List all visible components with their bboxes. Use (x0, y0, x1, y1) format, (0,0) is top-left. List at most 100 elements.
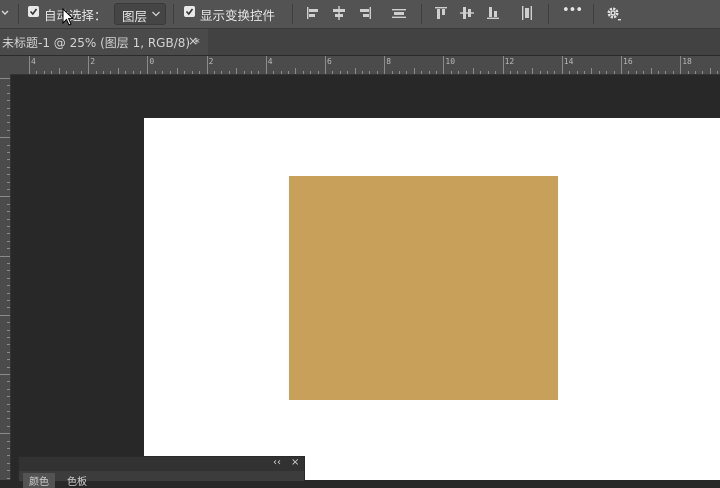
ruler-tick (495, 71, 496, 74)
ruler-tick (0, 315, 10, 316)
ruler-tick (7, 270, 10, 271)
tool-preset-chevron-icon[interactable] (0, 5, 10, 23)
ruler-tick (36, 71, 37, 74)
chevron-down-icon (151, 7, 161, 25)
align-vertical-center-icon[interactable] (458, 4, 476, 22)
ruler-tick (7, 478, 10, 479)
ruler-tick (347, 71, 348, 74)
ruler-tick (0, 433, 10, 434)
auto-select-target-dropdown[interactable]: 图层 (114, 3, 166, 25)
ruler-tick (473, 68, 474, 74)
ruler-tick (88, 56, 89, 74)
align-bottom-icon[interactable] (484, 4, 502, 22)
ruler-tick (7, 448, 10, 449)
ruler-tick (532, 68, 533, 74)
document-tab-title: 未标题-1 @ 25% (图层 1, RGB/8) * (2, 36, 200, 50)
ruler-tick (81, 71, 82, 74)
ruler-tick (399, 71, 400, 74)
align-horizontal-center-icon[interactable] (330, 4, 348, 22)
ruler-tick (66, 71, 67, 74)
ruler-tick (184, 71, 185, 74)
ruler-tick (7, 145, 10, 146)
collapse-icon[interactable]: ‹‹ (273, 457, 281, 468)
ruler-tick (7, 241, 10, 242)
ruler-tick (7, 167, 10, 168)
tab-swatches[interactable]: 色板 (67, 473, 87, 488)
ruler-tick (73, 71, 74, 74)
ruler-tick (466, 71, 467, 74)
ruler-tick (7, 285, 10, 286)
distribute-vertical-icon[interactable] (390, 4, 408, 22)
ruler-label: 2 (208, 57, 214, 66)
ruler-tick (554, 71, 555, 74)
ruler-tick (7, 396, 10, 397)
ruler-tick (621, 56, 622, 74)
ruler-label: 2 (90, 57, 96, 66)
ruler-tick (636, 71, 637, 74)
align-top-icon[interactable] (432, 4, 450, 22)
horizontal-ruler[interactable]: 4 2 0 2 4 6 8 10 12 14 16 18 (0, 56, 720, 75)
ruler-tick (125, 71, 126, 74)
ruler-tick (392, 71, 393, 74)
ruler-tick (147, 56, 148, 74)
ruler-tick (295, 68, 296, 74)
auto-select-target-value: 图层 (122, 9, 148, 24)
gear-icon[interactable] (604, 4, 622, 22)
ruler-tick (355, 68, 356, 74)
ruler-tick (0, 374, 10, 375)
align-left-icon[interactable] (304, 4, 322, 22)
ruler-tick (7, 108, 10, 109)
ruler-tick (480, 71, 481, 74)
align-right-icon[interactable] (356, 4, 374, 22)
ruler-label: 8 (386, 57, 392, 66)
show-transform-checkbox[interactable] (184, 6, 195, 17)
close-icon[interactable]: × (188, 34, 198, 48)
distribute-horizontal-icon[interactable] (518, 4, 536, 22)
ruler-tick (665, 71, 666, 74)
ruler-tick (7, 411, 10, 412)
ruler-tick (7, 322, 10, 323)
ruler-tick (7, 189, 10, 190)
document-tab-bar: 未标题-1 @ 25% (图层 1, RGB/8) * × (0, 29, 720, 56)
close-icon[interactable]: × (291, 457, 299, 468)
separator (548, 4, 549, 24)
ruler-tick (488, 71, 489, 74)
ruler-tick (273, 71, 274, 74)
vertical-ruler[interactable] (0, 74, 11, 480)
ruler-tick (199, 71, 200, 74)
ruler-tick (155, 71, 156, 74)
ruler-tick (458, 71, 459, 74)
ruler-tick (369, 71, 370, 74)
ruler-tick (599, 71, 600, 74)
ruler-tick (591, 68, 592, 74)
ruler-tick (429, 71, 430, 74)
ruler-tick (133, 71, 134, 74)
ruler-tick (96, 71, 97, 74)
ruler-tick (7, 278, 10, 279)
ruler-label: 4 (267, 57, 273, 66)
options-bar: 自动选择： 图层 显示变换控件 ••• (0, 0, 720, 29)
auto-select-checkbox[interactable] (28, 6, 39, 17)
document-tab[interactable]: 未标题-1 @ 25% (图层 1, RGB/8) * × (0, 29, 208, 55)
ruler-tick (281, 71, 282, 74)
panel-header[interactable]: ‹‹ × (19, 457, 304, 471)
ruler-tick (162, 71, 163, 74)
ruler-tick (362, 71, 363, 74)
tab-color[interactable]: 颜色 (23, 473, 55, 488)
ruler-tick (221, 71, 222, 74)
ruler-tick (7, 226, 10, 227)
ruler-tick (7, 130, 10, 131)
ruler-tick (244, 71, 245, 74)
ruler-label: 16 (623, 57, 633, 66)
ruler-tick (7, 426, 10, 427)
ruler-tick (628, 71, 629, 74)
ruler-tick (7, 122, 10, 123)
ruler-tick (673, 71, 674, 74)
ruler-tick (584, 71, 585, 74)
ruler-tick (288, 71, 289, 74)
layer-rectangle[interactable] (289, 176, 558, 400)
ruler-tick (44, 71, 45, 74)
ruler-tick (614, 71, 615, 74)
ruler-tick (517, 71, 518, 74)
more-options-icon[interactable]: ••• (562, 3, 583, 18)
